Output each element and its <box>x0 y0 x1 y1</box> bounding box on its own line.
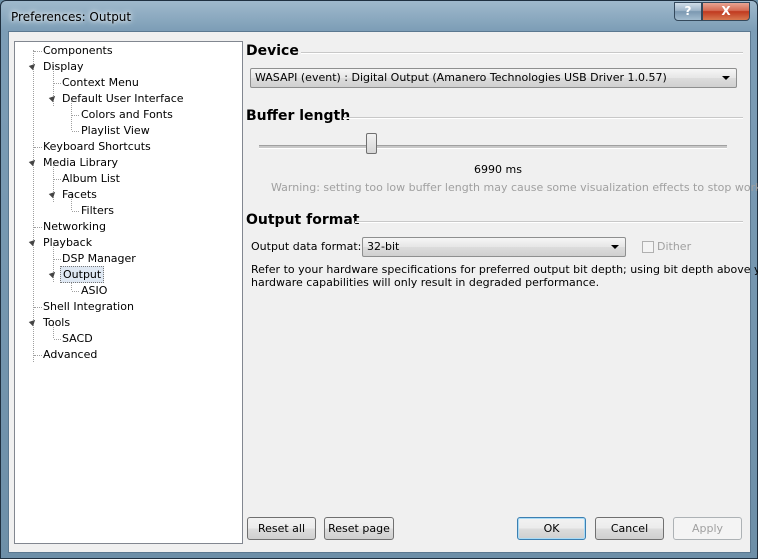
cancel-button[interactable]: Cancel <box>595 517 664 540</box>
tree-item-components[interactable]: Components <box>15 43 240 59</box>
dither-label: Dither <box>657 240 692 253</box>
tree-item-output[interactable]: Output <box>15 266 240 283</box>
buffer-section-title: Buffer length <box>246 108 351 124</box>
dither-checkbox[interactable] <box>642 241 654 253</box>
output-format-label: Output data format: <box>251 240 362 253</box>
tree-item-label: Advanced <box>43 348 98 361</box>
output-format-section-title: Output format <box>246 212 360 228</box>
expand-icon[interactable] <box>48 269 58 279</box>
title-bar[interactable]: Preferences: Output ? X <box>1 1 757 31</box>
preferences-tree[interactable]: Components Display Context Menu Default … <box>14 41 243 544</box>
tree-item-label: Components <box>43 44 113 57</box>
tree-item-label: Facets <box>62 188 97 201</box>
tree-item-label: Playback <box>43 236 93 249</box>
output-format-note-line2: hardware capabilities will only result i… <box>251 276 600 289</box>
tree-item-media-library[interactable]: Media Library <box>15 155 240 171</box>
output-format-dropdown-value: 32-bit <box>367 240 400 253</box>
tree-item-label: Album List <box>62 172 120 185</box>
reset-all-button[interactable]: Reset all <box>247 517 316 540</box>
tree-item-label: Default User Interface <box>62 92 184 105</box>
expand-icon[interactable] <box>28 61 38 71</box>
device-section-title: Device <box>246 43 299 59</box>
expand-icon[interactable] <box>28 317 38 327</box>
tree-item-playlist-view[interactable]: Playlist View <box>15 123 240 139</box>
chevron-down-icon <box>611 245 619 249</box>
ok-button[interactable]: OK <box>517 517 586 540</box>
dialog-client-area: Components Display Context Menu Default … <box>8 31 758 553</box>
tree-item-label: SACD <box>62 332 93 345</box>
tree-item-label: Tools <box>43 316 71 329</box>
section-divider <box>301 52 743 54</box>
expand-icon[interactable] <box>28 237 38 247</box>
close-icon[interactable]: X <box>702 2 750 21</box>
help-icon[interactable]: ? <box>674 2 702 21</box>
buffer-value: 6990 ms <box>474 163 522 176</box>
tree-item-label: Playlist View <box>81 124 150 137</box>
tree-item-asio[interactable]: ASIO <box>15 283 240 299</box>
output-format-note-line1: Refer to your hardware specifications fo… <box>251 263 758 276</box>
preferences-window: Preferences: Output ? X Components Displ… <box>0 0 758 559</box>
buffer-warning: Warning: setting too low buffer length m… <box>271 181 758 194</box>
expand-icon[interactable] <box>28 157 38 167</box>
tree-item-filters[interactable]: Filters <box>15 203 240 219</box>
tree-item-label: Colors and Fonts <box>81 108 173 121</box>
tree-item-advanced[interactable]: Advanced <box>15 347 240 363</box>
tree-item-display[interactable]: Display <box>15 59 240 75</box>
tree-item-label: Filters <box>81 204 114 217</box>
tree-item-networking[interactable]: Networking <box>15 219 240 235</box>
tree-item-label: Output <box>60 266 105 283</box>
buffer-slider-track[interactable] <box>259 145 727 149</box>
tree-item-label: Networking <box>43 220 106 233</box>
tree-item-label: Keyboard Shortcuts <box>43 140 151 153</box>
tree-item-dsp-manager[interactable]: DSP Manager <box>15 251 240 267</box>
section-divider <box>355 221 743 223</box>
device-dropdown[interactable]: WASAPI (event) : Digital Output (Amanero… <box>250 68 737 88</box>
tree-item-playback[interactable]: Playback <box>15 235 240 251</box>
device-dropdown-value: WASAPI (event) : Digital Output (Amanero… <box>255 71 667 84</box>
tree-item-shell-integration[interactable]: Shell Integration <box>15 299 240 315</box>
apply-button[interactable]: Apply <box>673 517 742 540</box>
output-format-dropdown[interactable]: 32-bit <box>362 237 626 257</box>
expand-icon[interactable] <box>48 189 58 199</box>
buffer-slider-thumb[interactable] <box>366 133 377 154</box>
tree-item-facets[interactable]: Facets <box>15 187 240 203</box>
window-title: Preferences: Output <box>11 10 132 24</box>
tree-item-colors-and-fonts[interactable]: Colors and Fonts <box>15 107 240 123</box>
tree-item-label: Display <box>43 60 84 73</box>
tree-item-label: ASIO <box>81 284 108 297</box>
reset-page-button[interactable]: Reset page <box>324 517 394 540</box>
tree-item-keyboard-shortcuts[interactable]: Keyboard Shortcuts <box>15 139 240 155</box>
tree-item-default-user-interface[interactable]: Default User Interface <box>15 91 240 107</box>
tree-item-label: DSP Manager <box>62 252 136 265</box>
tree-item-label: Context Menu <box>62 76 139 89</box>
tree-item-tools[interactable]: Tools <box>15 315 240 331</box>
tree-item-label: Shell Integration <box>43 300 134 313</box>
expand-icon[interactable] <box>48 93 58 103</box>
tree-item-album-list[interactable]: Album List <box>15 171 240 187</box>
tree-item-context-menu[interactable]: Context Menu <box>15 75 240 91</box>
tree-item-sacd[interactable]: SACD <box>15 331 240 347</box>
tree-item-label: Media Library <box>43 156 118 169</box>
section-divider <box>343 117 743 119</box>
chevron-down-icon <box>722 76 730 80</box>
